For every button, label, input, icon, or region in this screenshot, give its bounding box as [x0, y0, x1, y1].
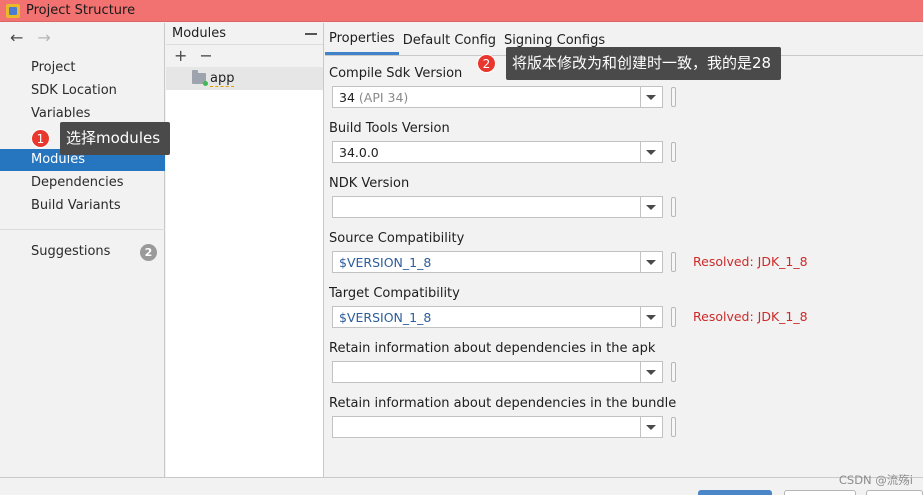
build-tools-combo[interactable]: 34.0.0 — [332, 141, 663, 163]
build-tools-label: Build Tools Version — [329, 121, 450, 136]
chevron-down-icon[interactable] — [640, 362, 662, 382]
app-icon — [6, 3, 20, 18]
retain-bundle-label: Retain information about dependencies in… — [329, 396, 677, 411]
source-compat-combo[interactable]: $VERSION_1_8 — [332, 251, 663, 273]
target-compat-resolved: Resolved: JDK_1_8 — [693, 309, 808, 324]
nav-separator — [0, 229, 165, 230]
annotation-badge-1: 1 — [31, 129, 50, 148]
field-handle[interactable] — [671, 417, 676, 437]
chevron-down-icon[interactable] — [640, 252, 662, 272]
back-arrow-icon[interactable]: ← — [10, 30, 23, 46]
annotation-callout-1: 选择modules — [60, 122, 171, 155]
compile-sdk-combo[interactable]: 34 (API 34) — [332, 86, 663, 108]
nav-item-suggestions[interactable]: Suggestions 2 — [0, 241, 165, 263]
target-compat-label: Target Compatibility — [329, 286, 460, 301]
module-folder-icon — [192, 70, 208, 86]
compile-sdk-hint: (API 34) — [358, 90, 409, 105]
nav-item-build-variants[interactable]: Build Variants — [0, 195, 165, 217]
field-handle[interactable] — [671, 307, 676, 327]
module-label: app — [210, 70, 235, 87]
modules-title: Modules — [172, 26, 227, 41]
apply-button[interactable] — [866, 490, 923, 495]
chevron-down-icon[interactable] — [640, 417, 662, 437]
build-tools-value: 34.0.0 — [339, 145, 379, 160]
chevron-down-icon[interactable] — [640, 307, 662, 327]
watermark: CSDN @流殇i — [838, 473, 913, 487]
retain-apk-combo[interactable] — [332, 361, 663, 383]
source-compat-resolved: Resolved: JDK_1_8 — [693, 254, 808, 269]
nav-item-dependencies[interactable]: Dependencies — [0, 172, 165, 194]
chevron-down-icon[interactable] — [640, 142, 662, 162]
chevron-down-icon[interactable] — [640, 87, 662, 107]
tab-properties[interactable]: Properties — [325, 29, 399, 55]
forward-arrow-icon[interactable]: → — [37, 30, 50, 46]
cancel-button[interactable] — [784, 490, 856, 495]
compile-sdk-label: Compile Sdk Version — [329, 66, 463, 81]
dialog-button-bar — [0, 477, 923, 495]
field-handle[interactable] — [671, 252, 676, 272]
properties-panel: Properties Default Config Signing Config… — [325, 23, 923, 477]
suggestions-count-badge: 2 — [140, 244, 157, 261]
suggestions-label: Suggestions — [31, 244, 111, 259]
annotation-badge-2: 2 — [477, 54, 496, 73]
retain-bundle-combo[interactable] — [332, 416, 663, 438]
ndk-label: NDK Version — [329, 176, 410, 191]
chevron-down-icon[interactable] — [640, 197, 662, 217]
field-handle[interactable] — [671, 87, 676, 107]
remove-module-button[interactable]: − — [199, 48, 212, 64]
add-module-button[interactable]: + — [174, 48, 187, 64]
target-compat-value: $VERSION_1_8 — [339, 310, 432, 325]
left-nav: ← → Project SDK Location Variables Modul… — [0, 23, 165, 477]
source-compat-value: $VERSION_1_8 — [339, 255, 432, 270]
nav-item-project[interactable]: Project — [0, 57, 165, 79]
minimize-icon[interactable] — [305, 32, 317, 35]
tab-default-config[interactable]: Default Config — [399, 29, 500, 55]
target-compat-combo[interactable]: $VERSION_1_8 — [332, 306, 663, 328]
annotation-callout-2: 将版本修改为和创建时一致，我的是28 — [506, 47, 782, 80]
ok-button[interactable] — [698, 490, 772, 495]
nav-item-sdk-location[interactable]: SDK Location — [0, 80, 165, 102]
field-handle[interactable] — [671, 142, 676, 162]
module-item-app[interactable]: app — [166, 67, 323, 90]
field-handle[interactable] — [671, 197, 676, 217]
compile-sdk-value: 34 (API 34) — [339, 90, 409, 105]
window-title: Project Structure — [26, 3, 136, 18]
retain-apk-label: Retain information about dependencies in… — [329, 341, 656, 356]
field-handle[interactable] — [671, 362, 676, 382]
modules-panel: Modules + − app — [166, 23, 324, 477]
window-titlebar: Project Structure — [0, 0, 923, 22]
source-compat-label: Source Compatibility — [329, 231, 465, 246]
ndk-combo[interactable] — [332, 196, 663, 218]
